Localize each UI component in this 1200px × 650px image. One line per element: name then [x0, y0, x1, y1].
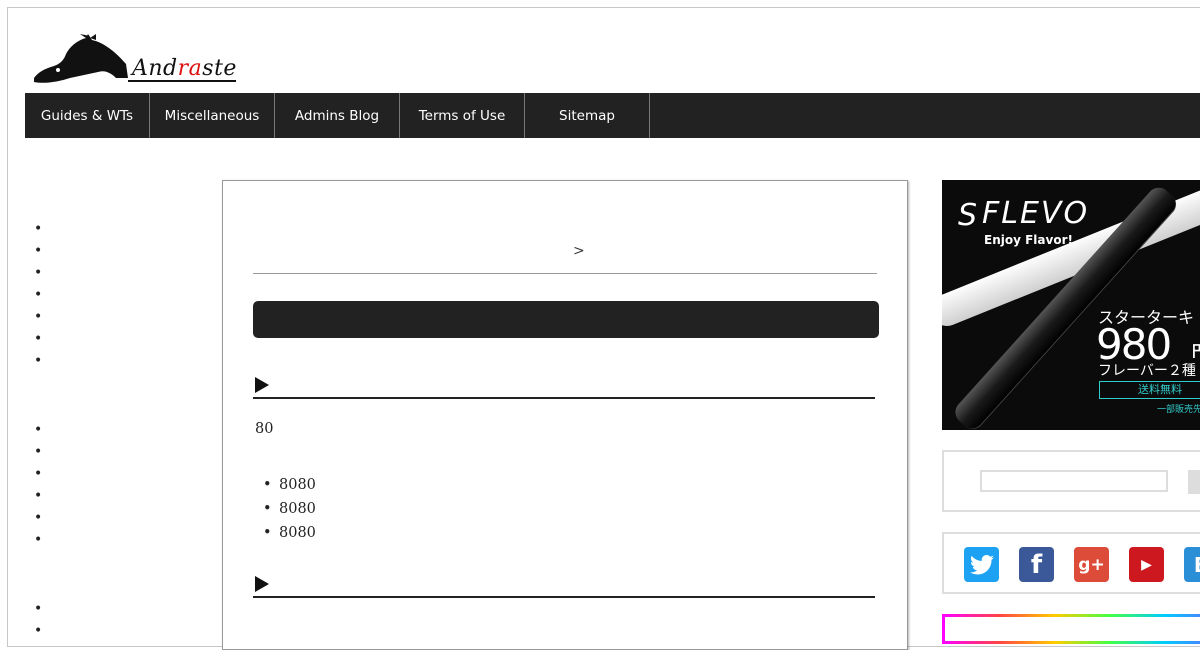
- section-heading: [253, 371, 875, 399]
- nav-admins-blog[interactable]: Admins Blog: [275, 93, 400, 138]
- ad-tagline: Enjoy Flavor!: [984, 233, 1073, 247]
- search-input[interactable]: [980, 470, 1168, 492]
- site-logo[interactable]: Andraste: [30, 30, 240, 86]
- horse-head-icon: [34, 34, 128, 83]
- divider: [253, 273, 877, 274]
- list-item: 8080: [263, 473, 316, 497]
- article-box: > 80 8080 8080 8080: [222, 180, 908, 650]
- triangle-bullet-icon: [255, 576, 269, 592]
- youtube-icon[interactable]: ▶: [1129, 547, 1164, 582]
- section-heading: [253, 570, 875, 598]
- list-item: 8080: [263, 521, 316, 545]
- ad-banner[interactable]: S FLEVO Enjoy Flavor! スターターキ 980 円 フレーバー…: [942, 180, 1200, 430]
- ad-price-unit: 円: [1192, 342, 1200, 360]
- ad-free-shipping: 送料無料: [1099, 381, 1200, 399]
- triangle-bullet-icon: [255, 377, 269, 393]
- nav-miscellaneous[interactable]: Miscellaneous: [150, 93, 275, 138]
- facebook-icon[interactable]: f: [1019, 547, 1054, 582]
- google-plus-icon[interactable]: g+: [1074, 547, 1109, 582]
- article-paragraph: 80: [255, 421, 274, 437]
- search-button[interactable]: [1188, 470, 1200, 494]
- ad-line-2: フレーバー２種: [1098, 363, 1196, 379]
- social-widget: f g+ ▶ B: [942, 532, 1200, 594]
- main-nav: Guides & WTs Miscellaneous Admins Blog T…: [25, 93, 1200, 138]
- nav-sitemap[interactable]: Sitemap: [525, 93, 650, 138]
- blogger-icon[interactable]: B: [1184, 547, 1200, 582]
- ad-brand: FLEVO: [982, 196, 1090, 231]
- search-widget: [942, 450, 1200, 512]
- article-title-bar: [253, 301, 879, 338]
- logo-text: Andraste: [132, 56, 237, 81]
- nav-guides[interactable]: Guides & WTs: [25, 93, 150, 138]
- ad-brand-mark: S: [958, 198, 978, 233]
- twitter-icon[interactable]: [964, 547, 999, 582]
- logo-underline: [128, 80, 236, 82]
- breadcrumb: >: [573, 243, 585, 259]
- nav-terms-of-use[interactable]: Terms of Use: [400, 93, 525, 138]
- ad-note: 一部販売先: [1157, 405, 1200, 415]
- article-list: 8080 8080 8080: [263, 473, 316, 545]
- rainbow-widget: [942, 614, 1200, 644]
- list-item: 8080: [263, 497, 316, 521]
